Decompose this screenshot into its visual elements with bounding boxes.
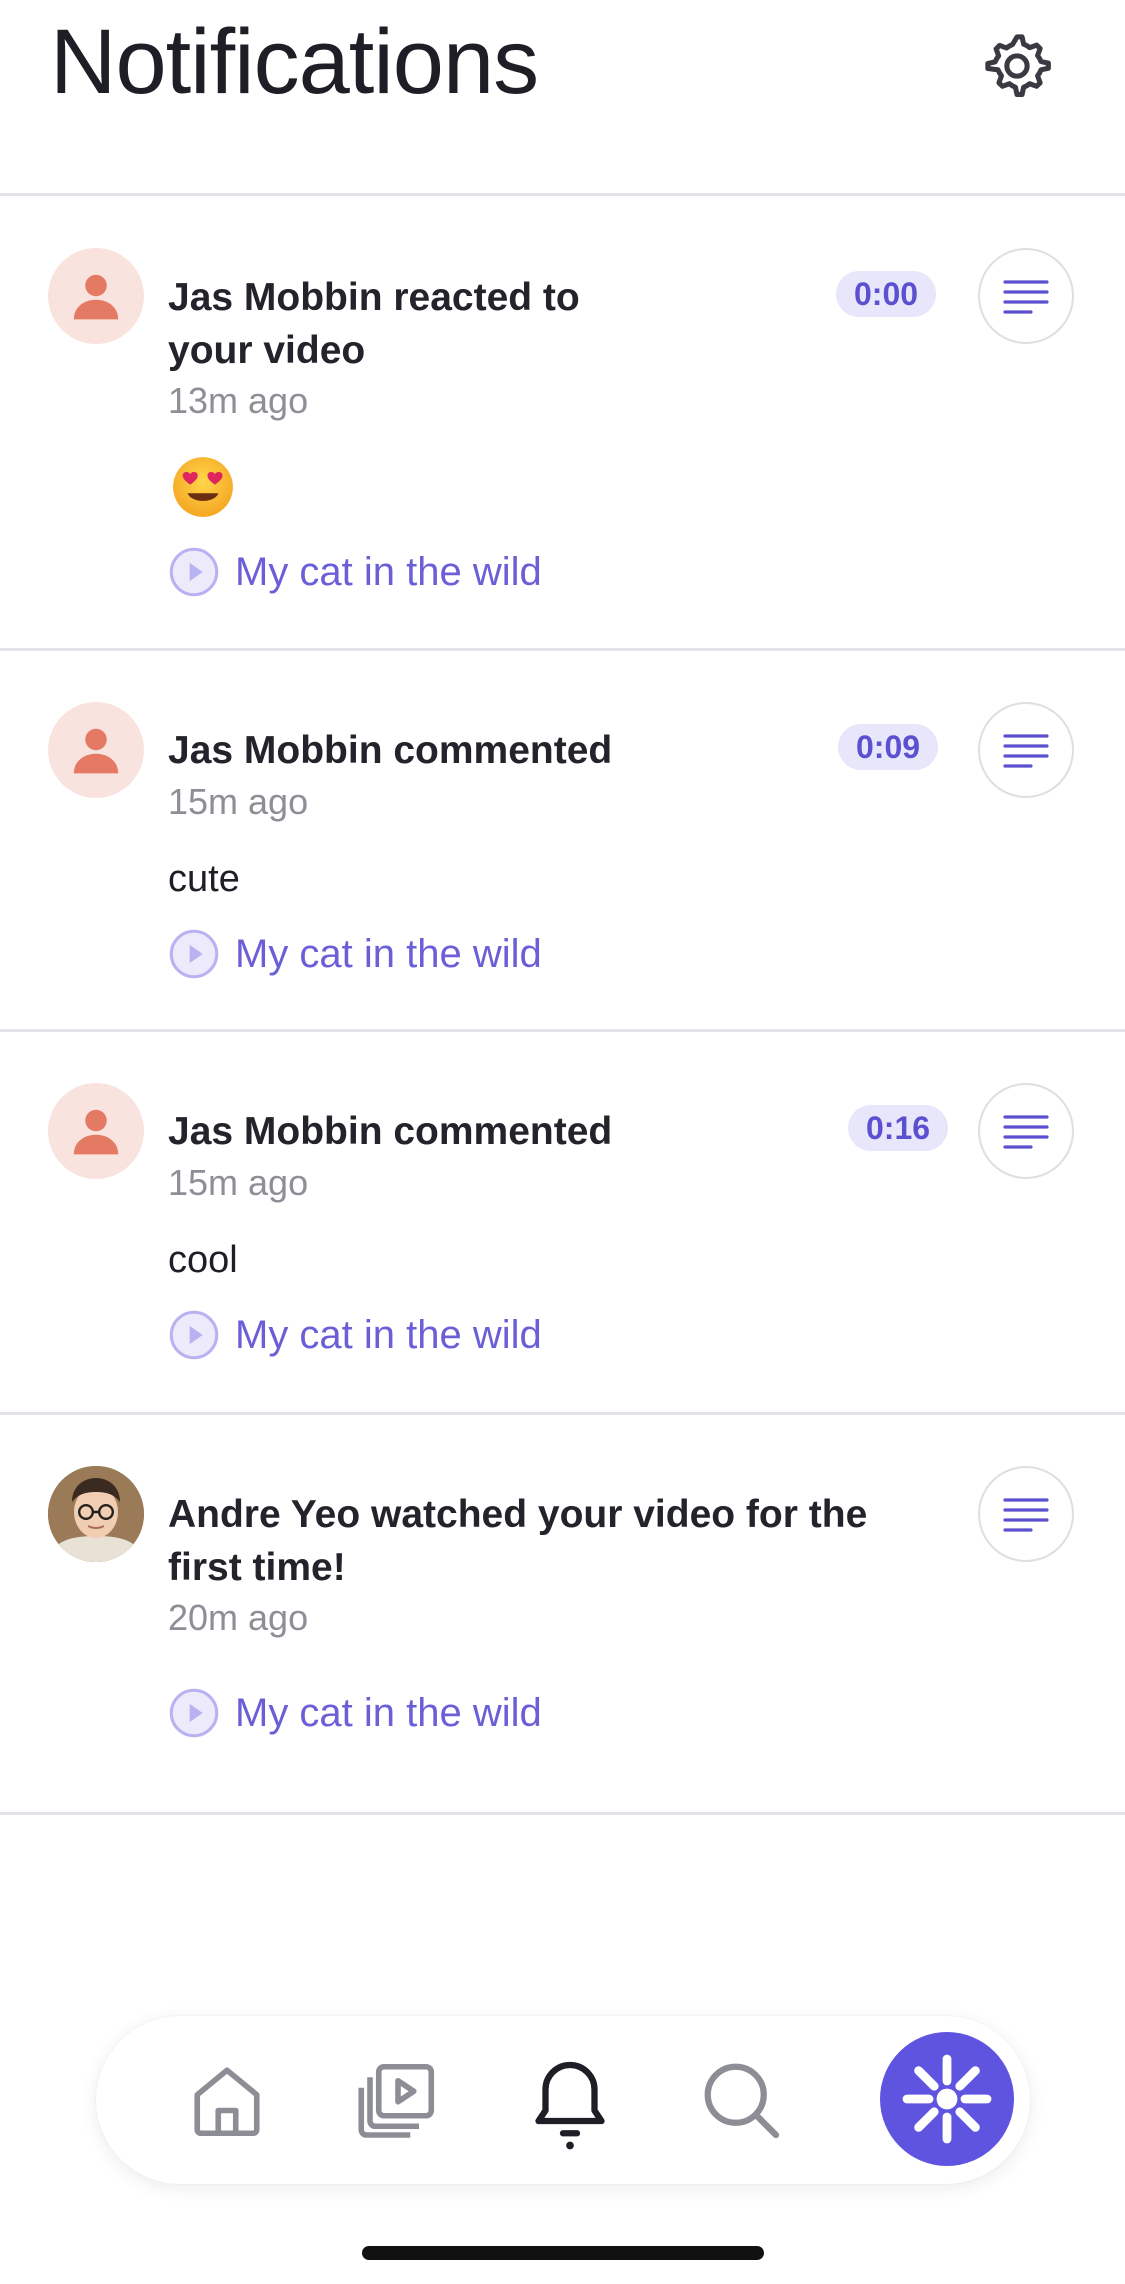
video-link[interactable]: My cat in the wild: [168, 1307, 542, 1363]
notification-title: Jas Mobbin reacted to your video: [168, 276, 580, 372]
nav-notifications[interactable]: [520, 2050, 620, 2150]
play-circle-icon: [169, 929, 219, 979]
header: Notifications: [0, 0, 1125, 196]
video-title: My cat in the wild: [235, 549, 542, 594]
heart-eyes-emoji-icon: [173, 457, 233, 517]
comment-text: cool: [168, 1239, 238, 1281]
settings-button[interactable]: [975, 24, 1059, 108]
video-title: My cat in the wild: [235, 1690, 542, 1735]
notification-title: Jas Mobbin commented: [168, 1110, 613, 1153]
timestamp-badge[interactable]: 0:09: [838, 724, 939, 770]
user-icon: [73, 728, 119, 774]
notification-time: 15m ago: [168, 1162, 309, 1203]
home-indicator: [362, 2246, 764, 2260]
notification-time: 15m ago: [168, 781, 309, 822]
play-circle-icon: [169, 1310, 219, 1360]
comment-text: cute: [168, 858, 240, 900]
video-link[interactable]: My cat in the wild: [168, 544, 542, 600]
notification-time: 20m ago: [168, 1597, 309, 1638]
avatar: [48, 248, 144, 344]
transcript-lines-icon: [1003, 280, 1049, 314]
library-icon: [358, 2063, 435, 2138]
avatar: [48, 1083, 144, 1179]
notifications-screen: Notifications Jas Mobbin reacted to your…: [0, 0, 1125, 2284]
bottom-nav: [96, 2016, 1030, 2184]
transcript-button[interactable]: [978, 1466, 1074, 1562]
transcript-lines-icon: [1003, 734, 1049, 768]
page-title: Notifications: [50, 11, 539, 113]
nav-home[interactable]: [177, 2050, 277, 2150]
notification-item[interactable]: Andre Yeo watched your video for the fir…: [0, 1418, 1125, 1815]
gear-icon: [985, 34, 1051, 98]
timestamp-badge[interactable]: 0:16: [848, 1105, 949, 1151]
transcript-lines-icon: [1003, 1115, 1049, 1149]
notification-item[interactable]: Jas Mobbin reacted to your video 13m ago…: [0, 199, 1125, 651]
record-icon: [902, 2054, 992, 2144]
user-photo-icon: [48, 1466, 144, 1562]
transcript-button[interactable]: [978, 1083, 1074, 1179]
user-icon: [73, 1109, 119, 1155]
notification-title: Andre Yeo watched your video for the fir…: [168, 1493, 868, 1589]
video-link[interactable]: My cat in the wild: [168, 926, 542, 982]
transcript-lines-icon: [1003, 1498, 1049, 1532]
timestamp-badge[interactable]: 0:00: [836, 271, 937, 317]
play-circle-icon: [169, 547, 219, 597]
transcript-button[interactable]: [978, 702, 1074, 798]
notification-title: Jas Mobbin commented: [168, 729, 613, 772]
notifications-bell-icon: [535, 2061, 605, 2150]
notification-time: 13m ago: [168, 380, 309, 421]
video-title: My cat in the wild: [235, 1312, 542, 1357]
nav-search[interactable]: [691, 2050, 791, 2150]
video-link[interactable]: My cat in the wild: [168, 1685, 542, 1741]
avatar: [48, 702, 144, 798]
nav-library[interactable]: [348, 2050, 448, 2150]
transcript-button[interactable]: [978, 248, 1074, 344]
video-title: My cat in the wild: [235, 931, 542, 976]
search-icon: [704, 2063, 780, 2139]
record-button[interactable]: [880, 2032, 1014, 2166]
notification-item[interactable]: Jas Mobbin commented 15m ago cool My cat…: [0, 1035, 1125, 1415]
user-icon: [73, 274, 119, 320]
notification-item[interactable]: Jas Mobbin commented 15m ago cute My cat…: [0, 654, 1125, 1032]
play-circle-icon: [169, 1688, 219, 1738]
avatar-photo: [48, 1466, 144, 1562]
home-icon: [194, 2067, 260, 2137]
